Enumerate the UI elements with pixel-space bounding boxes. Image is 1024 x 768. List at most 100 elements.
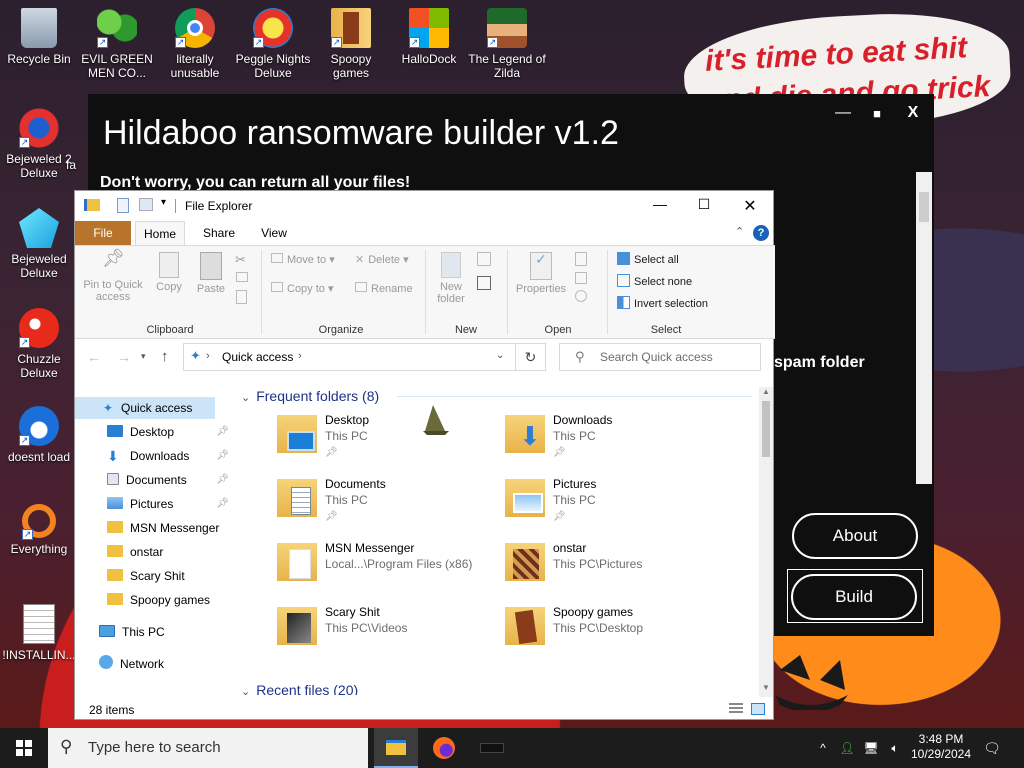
people-tray-icon[interactable]: 👤︎: [836, 728, 858, 768]
taskbar-app[interactable]: [470, 728, 514, 768]
close-button[interactable]: ✕: [735, 196, 765, 216]
chevron-up-icon[interactable]: ⌃: [735, 225, 744, 238]
up-arrow-icon[interactable]: ↑: [161, 348, 169, 365]
desktop-icon-installing[interactable]: !INSTALLIN...: [0, 604, 78, 662]
back-arrow-icon[interactable]: ←: [87, 349, 101, 365]
folder-tile-msn-messenger[interactable]: MSN Messenger Local...\Program Files (x8…: [275, 539, 505, 599]
volume-icon[interactable]: 🔈︎: [884, 728, 906, 768]
folder-tile-spoopy-games[interactable]: Spoopy games This PC\Desktop: [503, 603, 733, 663]
history-icon[interactable]: [575, 290, 587, 302]
help-icon[interactable]: ?: [753, 225, 769, 241]
copy-to-button[interactable]: Copy to ▾: [271, 281, 334, 297]
nav-item-documents[interactable]: Documents 📌︎: [75, 469, 229, 491]
tab-file[interactable]: File: [75, 221, 131, 245]
desktop-icon-hallodock[interactable]: ↗ HalloDock: [390, 8, 468, 66]
invert-selection-button[interactable]: Invert selection: [617, 296, 708, 312]
start-button[interactable]: [0, 728, 48, 768]
cut-icon[interactable]: ✂: [235, 252, 246, 268]
new-folder-button[interactable]: New folder: [431, 252, 471, 305]
desktop-icon-evil-green-men[interactable]: ↗ EVIL GREEN MEN CO...: [78, 8, 156, 80]
properties-qat-icon[interactable]: [117, 198, 129, 213]
edit-icon[interactable]: [575, 272, 587, 284]
about-button[interactable]: About: [792, 513, 918, 559]
tab-home[interactable]: Home: [135, 221, 185, 245]
nav-item-onstar[interactable]: onstar: [75, 541, 163, 563]
show-hidden-icons[interactable]: ^: [812, 728, 834, 768]
nav-item-spoopy-games[interactable]: Spoopy games: [75, 589, 210, 611]
desktop-icon-bejeweled[interactable]: Bejeweled Deluxe: [0, 208, 78, 280]
folder-tile-onstar[interactable]: onstar This PC\Pictures: [503, 539, 733, 599]
pin-to-quick-access-button[interactable]: 📌︎ Pin to Quick access: [81, 249, 145, 303]
desktop-icon-legend-of-zilda[interactable]: ↗ The Legend of Zilda: [468, 8, 546, 80]
breadcrumb[interactable]: Quick access: [222, 350, 293, 364]
scroll-up-icon[interactable]: ▲: [762, 387, 770, 396]
copy-button[interactable]: Copy: [149, 252, 189, 293]
address-dropdown-icon[interactable]: ⌄: [496, 350, 504, 361]
select-none-button[interactable]: Select none: [617, 274, 692, 290]
new-folder-qat-icon[interactable]: [139, 198, 153, 211]
select-all-button[interactable]: Select all: [617, 252, 679, 268]
folder-tile-pictures[interactable]: Pictures This PC 📌︎: [503, 475, 733, 535]
nav-item-msn-messenger[interactable]: MSN Messenger: [75, 517, 219, 539]
rename-button[interactable]: Rename: [355, 281, 413, 297]
search-input[interactable]: Search Quick access: [559, 343, 761, 371]
move-to-button[interactable]: Move to ▾: [271, 252, 335, 268]
desktop-icon-spoopy-games[interactable]: ↗ Spoopy games: [312, 8, 390, 80]
minimize-button[interactable]: —: [645, 196, 675, 216]
nav-item-desktop[interactable]: Desktop 📌︎: [75, 421, 229, 443]
desktop-icon-thunderbird[interactable]: ↗ doesnt load: [0, 406, 78, 464]
recent-locations-icon[interactable]: ▾: [141, 351, 146, 362]
clock[interactable]: 3:48 PM 10/29/2024: [908, 728, 974, 768]
desktop-icon-everything[interactable]: ↗ Everything: [0, 504, 78, 556]
nav-item-downloads[interactable]: ⬇ Downloads 📌︎: [75, 445, 229, 467]
network-tray-icon[interactable]: 🖥︎: [860, 728, 882, 768]
new-item-icon[interactable]: [477, 252, 491, 266]
address-bar[interactable]: ✦ › Quick access › ⌄: [183, 343, 516, 371]
ransomware-scrollbar[interactable]: [916, 172, 932, 484]
folder-tile-documents[interactable]: Documents This PC 📌︎: [275, 475, 505, 535]
desktop-icon-chuzzle[interactable]: ↗ Chuzzle Deluxe: [0, 308, 78, 380]
scrollbar-thumb[interactable]: [919, 192, 929, 222]
taskbar-file-explorer[interactable]: [374, 728, 418, 768]
paste-button[interactable]: Paste: [191, 252, 231, 295]
nav-item-this-pc[interactable]: This PC: [75, 621, 165, 643]
nav-item-scary-shit[interactable]: Scary Shit: [75, 565, 185, 587]
qat-dropdown-icon[interactable]: ▾: [161, 197, 166, 208]
desktop-icon-chrome[interactable]: ↗ literally unusable: [156, 8, 234, 80]
copy-path-icon[interactable]: [236, 272, 248, 282]
notification-icon[interactable]: 🗨︎: [980, 728, 1004, 768]
taskbar-search-input[interactable]: Type here to search: [48, 728, 368, 768]
desktop-icon-recycle-bin[interactable]: Recycle Bin: [0, 8, 78, 66]
content-scrollbar[interactable]: ▲ ▼: [759, 387, 773, 697]
folder-tile-scary-shit[interactable]: Scary Shit This PC\Videos: [275, 603, 505, 663]
scrollbar-thumb[interactable]: [762, 401, 770, 457]
tab-share[interactable]: Share: [193, 221, 245, 245]
maximize-button[interactable]: ■: [862, 106, 892, 126]
large-icons-view-icon[interactable]: [751, 703, 765, 715]
paste-shortcut-icon[interactable]: [236, 290, 247, 304]
minimize-button[interactable]: —: [828, 104, 858, 124]
delete-button[interactable]: ✕ Delete ▾: [355, 252, 409, 268]
tab-view[interactable]: View: [249, 221, 299, 245]
folder-tile-downloads[interactable]: ⬇ Downloads This PC 📌︎: [503, 411, 733, 471]
ransomware-title: Hildaboo ransomware builder v1.2: [103, 114, 619, 152]
desktop-icon-peggle[interactable]: ↗ Peggle Nights Deluxe: [234, 8, 312, 80]
maximize-button[interactable]: ☐: [689, 196, 719, 216]
build-button[interactable]: Build: [791, 574, 917, 620]
open-icon[interactable]: [575, 252, 587, 266]
easy-access-icon[interactable]: [477, 276, 491, 290]
details-view-icon[interactable]: [729, 703, 743, 715]
taskbar-firefox[interactable]: [422, 728, 466, 768]
folder-tile-desktop[interactable]: Desktop This PC 📌︎: [275, 411, 505, 471]
nav-item-pictures[interactable]: Pictures 📌︎: [75, 493, 229, 515]
scroll-down-icon[interactable]: ▼: [762, 683, 770, 692]
refresh-button[interactable]: ↻: [516, 343, 546, 371]
recent-files-header[interactable]: ⌄ Recent files (20): [237, 679, 755, 695]
explorer-titlebar[interactable]: ▾ File Explorer — ☐ ✕: [75, 191, 775, 221]
nav-item-network[interactable]: Network: [75, 653, 164, 675]
forward-arrow-icon[interactable]: →: [117, 349, 131, 365]
close-button[interactable]: X: [898, 104, 928, 124]
frequent-folders-header[interactable]: ⌄ Frequent folders (8): [237, 385, 755, 407]
nav-item-quick-access[interactable]: ✦ Quick access: [75, 397, 215, 419]
properties-button[interactable]: ✓ Properties: [513, 252, 569, 295]
